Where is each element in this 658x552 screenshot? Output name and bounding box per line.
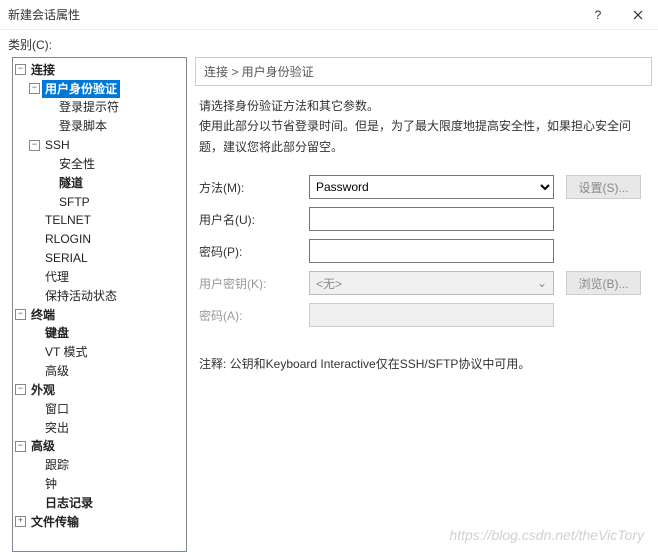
help-button[interactable]: ? bbox=[578, 0, 618, 30]
content-panel: 连接 > 用户身份验证 请选择身份验证方法和其它参数。 使用此部分以节省登录时间… bbox=[195, 57, 658, 552]
passphrase-label: 密码(A): bbox=[199, 307, 309, 324]
tree-login-prompt[interactable]: 登录提示符 bbox=[56, 98, 122, 116]
userkey-label: 用户密钥(K): bbox=[199, 275, 309, 292]
desc-line1: 请选择身份验证方法和其它参数。 bbox=[199, 96, 648, 116]
passphrase-input bbox=[309, 303, 554, 327]
titlebar: 新建会话属性 ? bbox=[0, 0, 658, 30]
username-input[interactable] bbox=[309, 207, 554, 231]
tree-keepalive[interactable]: 保持活动状态 bbox=[42, 287, 120, 305]
tree-window[interactable]: 窗口 bbox=[42, 400, 72, 418]
tree-appearance[interactable]: 外观 bbox=[28, 381, 58, 399]
tree-proxy[interactable]: 代理 bbox=[42, 268, 72, 286]
tree-trace[interactable]: 跟踪 bbox=[42, 456, 72, 474]
note-text: 注释: 公钥和Keyboard Interactive仅在SSH/SFTP协议中… bbox=[195, 331, 652, 372]
userkey-select: <无> ⌄ bbox=[309, 271, 554, 295]
password-label: 密码(P): bbox=[199, 245, 242, 259]
tree-serial[interactable]: SERIAL bbox=[42, 249, 91, 267]
tree-tunnel[interactable]: 隧道 bbox=[56, 174, 86, 192]
tree-bell[interactable]: 钟 bbox=[42, 475, 60, 493]
close-button[interactable] bbox=[618, 0, 658, 30]
window-title: 新建会话属性 bbox=[8, 6, 80, 23]
password-label-wrap: 密码(P): bbox=[199, 243, 309, 260]
expand-icon[interactable]: + bbox=[15, 516, 26, 527]
tree-highlight[interactable]: 突出 bbox=[42, 419, 72, 437]
tree-telnet[interactable]: TELNET bbox=[42, 211, 94, 229]
chevron-down-icon: ⌄ bbox=[537, 276, 547, 290]
category-label: 类别(C): bbox=[0, 30, 658, 57]
tree-filetransfer[interactable]: 文件传输 bbox=[28, 513, 82, 531]
desc-line2: 使用此部分以节省登录时间。但是，为了最大限度地提高安全性，如果担心安全问题，建议… bbox=[199, 116, 648, 157]
tree-vt[interactable]: VT 模式 bbox=[42, 343, 90, 361]
description: 请选择身份验证方法和其它参数。 使用此部分以节省登录时间。但是，为了最大限度地提… bbox=[195, 96, 652, 171]
tree-advanced-term[interactable]: 高级 bbox=[42, 362, 72, 380]
browse-button[interactable]: 浏览(B)... bbox=[566, 271, 641, 295]
password-input[interactable] bbox=[309, 239, 554, 263]
close-icon bbox=[633, 10, 643, 20]
expand-icon[interactable]: − bbox=[15, 384, 26, 395]
window-controls: ? bbox=[578, 0, 658, 30]
expand-icon[interactable]: − bbox=[29, 140, 40, 151]
expand-icon[interactable]: − bbox=[29, 83, 40, 94]
tree-advanced[interactable]: 高级 bbox=[28, 437, 58, 455]
expand-icon[interactable]: − bbox=[15, 441, 26, 452]
breadcrumb: 连接 > 用户身份验证 bbox=[195, 57, 652, 86]
tree-terminal[interactable]: 终端 bbox=[28, 306, 58, 324]
tree-login-script[interactable]: 登录脚本 bbox=[56, 117, 110, 135]
category-tree[interactable]: −连接 −用户身份验证 登录提示符 登录脚本 −SSH 安全性 隧道 bbox=[12, 57, 187, 552]
tree-security[interactable]: 安全性 bbox=[56, 155, 98, 173]
method-select[interactable]: Password bbox=[309, 175, 554, 199]
expand-icon[interactable]: − bbox=[15, 64, 26, 75]
expand-icon[interactable]: − bbox=[15, 309, 26, 320]
username-label: 用户名(U): bbox=[199, 213, 255, 227]
tree-ssh[interactable]: SSH bbox=[42, 136, 73, 154]
settings-button[interactable]: 设置(S)... bbox=[566, 175, 641, 199]
method-label: 方法(M): bbox=[199, 179, 309, 196]
tree-logging[interactable]: 日志记录 bbox=[42, 494, 96, 512]
username-label-wrap: 用户名(U): bbox=[199, 211, 309, 228]
tree-rlogin[interactable]: RLOGIN bbox=[42, 230, 94, 248]
tree-keyboard[interactable]: 键盘 bbox=[42, 324, 72, 342]
tree-sftp[interactable]: SFTP bbox=[56, 193, 93, 211]
tree-connection[interactable]: 连接 bbox=[28, 61, 58, 79]
tree-auth[interactable]: 用户身份验证 bbox=[42, 80, 120, 98]
